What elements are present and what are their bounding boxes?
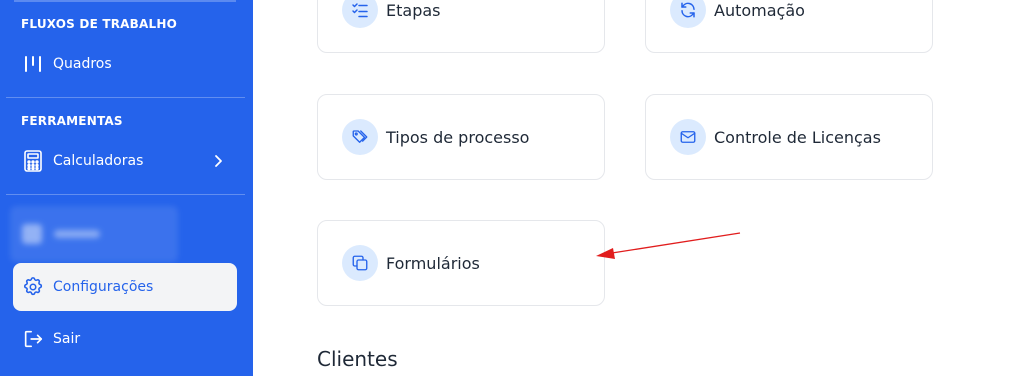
blurred-sidebar-item [10, 206, 178, 262]
card-label: Formulários [386, 253, 480, 273]
tags-icon [342, 119, 378, 155]
refresh-icon [670, 0, 706, 28]
card-stages[interactable]: Etapas [317, 0, 605, 53]
copy-icon [342, 245, 378, 281]
sidebar-divider [6, 97, 245, 98]
checklist-icon [342, 0, 378, 28]
card-label: Etapas [386, 0, 441, 20]
section-heading-clients: Clientes [317, 347, 398, 371]
logout-icon [22, 328, 44, 350]
card-label: Automação [714, 0, 805, 20]
section-title-workflows: FLUXOS DE TRABALHO [21, 17, 177, 31]
section-title-tools: FERRAMENTAS [21, 114, 123, 128]
sidebar-item-label: Configurações [53, 279, 154, 295]
card-process-types[interactable]: Tipos de processo [317, 94, 605, 180]
sidebar-item-logout[interactable]: Sair [13, 319, 237, 359]
envelope-icon [670, 119, 706, 155]
sidebar-item-settings[interactable]: Configurações [13, 263, 237, 311]
card-label: Tipos de processo [386, 127, 530, 147]
sidebar-divider [6, 194, 245, 195]
sidebar-item-label: Sair [53, 331, 81, 347]
chevron-right-icon [215, 155, 222, 167]
card-license-control[interactable]: Controle de Licenças [645, 94, 933, 180]
sidebar-item-label: Calculadoras [53, 153, 144, 169]
sidebar-item-boards[interactable]: Quadros [13, 44, 237, 84]
sidebar-item-calculators[interactable]: Calculadoras [13, 141, 237, 181]
card-automation[interactable]: Automação [645, 0, 933, 53]
sidebar-item-label: Quadros [53, 56, 112, 72]
calculator-icon [22, 150, 44, 172]
card-forms[interactable]: Formulários [317, 220, 605, 306]
sidebar-top-divider [14, 0, 236, 2]
boards-icon [22, 53, 44, 75]
gear-icon [22, 276, 44, 298]
card-label: Controle de Licenças [714, 127, 881, 147]
sidebar: FLUXOS DE TRABALHO Quadros FERRAMENTAS C… [0, 0, 253, 376]
